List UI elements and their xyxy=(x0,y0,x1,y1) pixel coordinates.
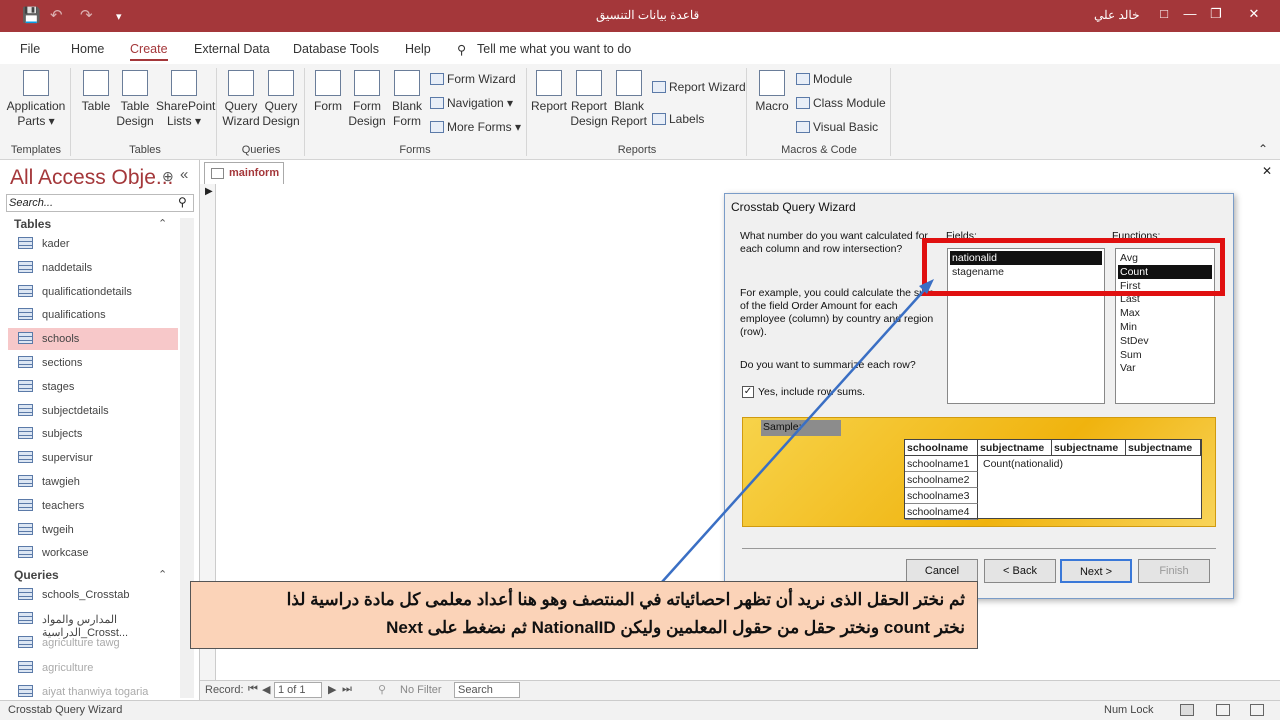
callout-line-1: ثم نختر الحقل الذى نريد أن تظهر احصائيات… xyxy=(286,590,965,609)
instruction-callout: ثم نختر الحقل الذى نريد أن تظهر احصائيات… xyxy=(190,581,978,649)
arrow-line xyxy=(661,285,929,583)
callout-line-2: نختر count ونختر حقل من حقول المعلمين ول… xyxy=(386,618,965,637)
